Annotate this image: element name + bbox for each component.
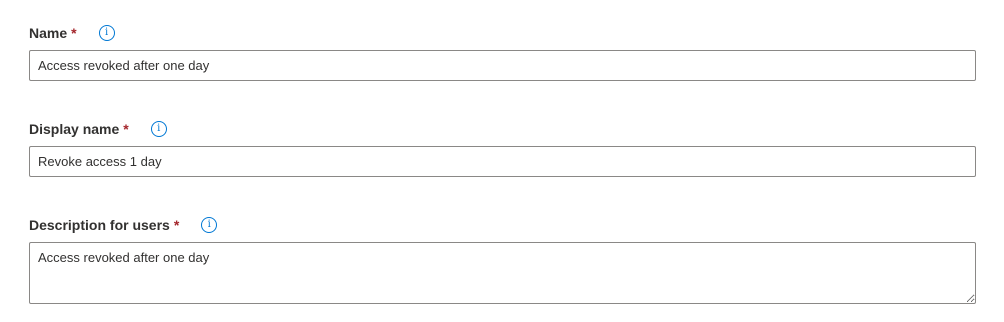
display-name-label: Display name — [29, 121, 120, 137]
description-textarea[interactable]: Access revoked after one day — [29, 242, 976, 304]
name-input[interactable] — [29, 50, 976, 81]
required-indicator: * — [173, 217, 180, 233]
required-indicator: * — [123, 121, 129, 137]
name-label: Name — [29, 25, 68, 41]
description-label: Description for users — [29, 217, 170, 233]
info-icon[interactable]: i — [98, 25, 115, 41]
info-icon[interactable]: i — [150, 121, 167, 137]
info-icon[interactable]: i — [201, 217, 218, 233]
display-name-label-row: Display name * i — [29, 119, 167, 139]
description-label-row: Description for users * i — [29, 215, 218, 235]
required-indicator: * — [71, 25, 77, 41]
name-label-row: Name * i — [29, 23, 115, 43]
display-name-input[interactable] — [29, 146, 976, 177]
